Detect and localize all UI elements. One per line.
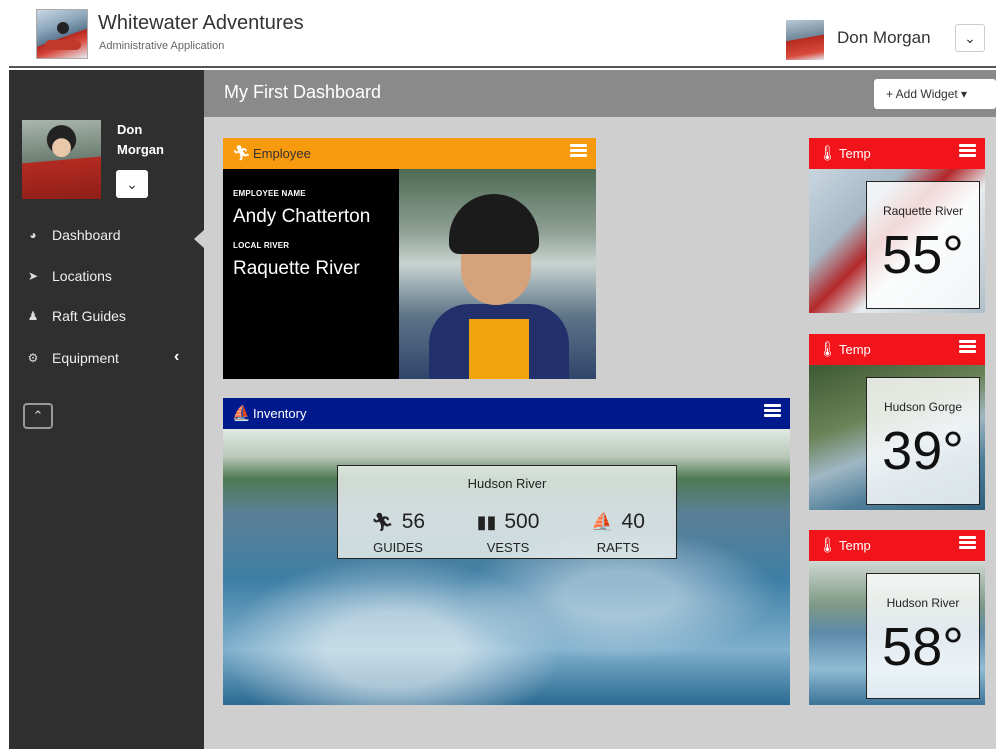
employee-name-label: EMPLOYEE NAME [233,189,306,198]
temp-value: 55° [882,225,964,285]
vests-label: VESTS [486,540,530,555]
menu-icon[interactable] [570,144,587,158]
app-logo[interactable] [36,9,88,59]
running-person-icon: 🏃︎ [232,145,252,162]
temp-value: 39° [882,421,964,481]
temp-widget: 🌡︎ Temp Hudson River 58° [809,530,985,705]
temp-panel: Hudson River 58° [866,573,980,699]
rafts-count: 40 [621,510,645,533]
widget-header: 🌡︎ Temp [809,138,985,169]
chevron-down-icon: ⌄ [964,30,976,46]
app-header: Whitewater Adventures Administrative App… [9,0,996,68]
vests-stat: ▮▮ 500 VESTS [458,510,558,555]
life-vest-icon: ▮▮ [476,512,497,532]
sidebar-item-equipment[interactable]: ⚙ Equipment ‹ [9,341,204,377]
sidebar-item-locations[interactable]: ➤ Locations [9,259,204,295]
sidebar-collapse-button[interactable]: ⌃ [23,403,53,429]
employee-name: Andy Chatterton [233,206,371,227]
sidebar-item-dashboard[interactable]: ◕ Dashboard [9,218,204,254]
menu-icon[interactable] [764,404,781,418]
widget-title: Inventory [253,406,307,421]
menu-icon[interactable] [959,340,976,354]
active-indicator [194,230,204,248]
widget-header: 🏃︎ Employee [223,138,596,169]
app-subtitle: Administrative Application [99,40,225,52]
local-river-label: LOCAL RIVER [233,241,290,250]
sidebar-user-name: Don Morgan [117,122,164,157]
widget-header: 🌡︎ Temp [809,334,985,365]
widget-title: Temp [839,538,871,553]
user-icon: ♟ [27,309,39,323]
sidebar-user-dropdown-button[interactable]: ⌄ [116,170,148,198]
header-avatar[interactable] [786,20,824,60]
widget-title: Employee [253,146,311,161]
employee-info-panel: EMPLOYEE NAME Andy Chatterton LOCAL RIVE… [223,169,399,379]
rafting-background-image: Raquette River 55° [809,169,985,313]
inventory-widget: ⛵ Inventory Hudson River 🏃︎ 56 GUIDES ▮▮ 5… [223,398,790,705]
river-background-image: Hudson River 🏃︎ 56 GUIDES ▮▮ 500 VESTS ⛵ 40… [223,429,790,705]
location-arrow-icon: ➤ [27,269,39,283]
temp-river: Hudson Gorge [883,400,963,414]
river-background-image: Hudson River 58° [809,561,985,705]
sidebar-item-label: Locations [52,268,112,284]
hiking-icon: 🏃︎ [370,512,394,532]
logo-helmet-shape [57,22,69,34]
chevron-down-icon: ⌄ [126,176,138,192]
header-user-name[interactable]: Don Morgan [837,28,931,48]
widget-title: Temp [839,342,871,357]
guides-label: GUIDES [373,540,423,555]
widget-header: ⛵ Inventory [223,398,790,429]
add-widget-button[interactable]: + Add Widget ▾ [874,79,996,109]
header-user-dropdown-button[interactable]: ⌄ [955,24,985,52]
thermometer-icon: 🌡︎ [818,145,838,162]
sidebar-item-label: Equipment [52,350,119,366]
sidebar-item-label: Raft Guides [52,308,126,324]
guides-stat: 🏃︎ 56 GUIDES [348,510,448,555]
inventory-panel: Hudson River 🏃︎ 56 GUIDES ▮▮ 500 VESTS ⛵ 40… [337,465,677,559]
page-header: My First Dashboard + Add Widget ▾ [204,70,996,117]
app-title: Whitewater Adventures [98,12,304,34]
thermometer-icon: 🌡︎ [818,537,838,554]
chevron-left-icon: ‹ [174,348,180,365]
guides-count: 56 [401,510,426,533]
menu-icon[interactable] [959,144,976,158]
temp-river: Raquette River [882,204,964,218]
chevron-up-icon: ⌃ [32,408,44,423]
raft-icon: ⛵ [591,512,614,532]
temp-river: Hudson River [886,596,960,610]
local-river: Raquette River [233,258,360,279]
sidebar-item-label: Dashboard [52,227,121,243]
temp-widget: 🌡︎ Temp Raquette River 55° [809,138,985,313]
widget-header: 🌡︎ Temp [809,530,985,561]
logo-raft-shape [45,40,81,50]
rafts-stat: ⛵ 40 RAFTS [568,510,668,555]
employee-widget: 🏃︎ Employee EMPLOYEE NAME Andy Chatterto… [223,138,596,379]
sidebar-avatar [22,120,101,199]
rafts-label: RAFTS [596,540,640,555]
sidebar-item-raft-guides[interactable]: ♟ Raft Guides [9,299,204,335]
thermometer-icon: 🌡︎ [818,341,838,358]
menu-icon[interactable] [959,536,976,550]
main-content: My First Dashboard + Add Widget ▾ 🏃︎ Emp… [204,70,996,749]
widget-title: Temp [839,146,871,161]
photo-helmet-shape [449,194,539,254]
vests-count: 500 [504,510,540,533]
temp-widget: 🌡︎ Temp Hudson Gorge 39° [809,334,985,510]
temp-value: 58° [882,617,964,677]
dashboard-icon: ◕ [29,228,37,242]
raft-icon: ⛵ [232,405,251,422]
page-title: My First Dashboard [224,82,382,102]
inventory-river: Hudson River [467,476,547,491]
temp-panel: Raquette River 55° [866,181,980,309]
gorge-background-image: Hudson Gorge 39° [809,365,985,510]
sidebar: Don Morgan ⌄ ◕ Dashboard ➤ Locations ♟ R… [9,70,204,749]
temp-panel: Hudson Gorge 39° [866,377,980,505]
gears-icon: ⚙ [27,351,39,365]
employee-photo [399,169,596,379]
photo-vest-shape [469,319,529,379]
